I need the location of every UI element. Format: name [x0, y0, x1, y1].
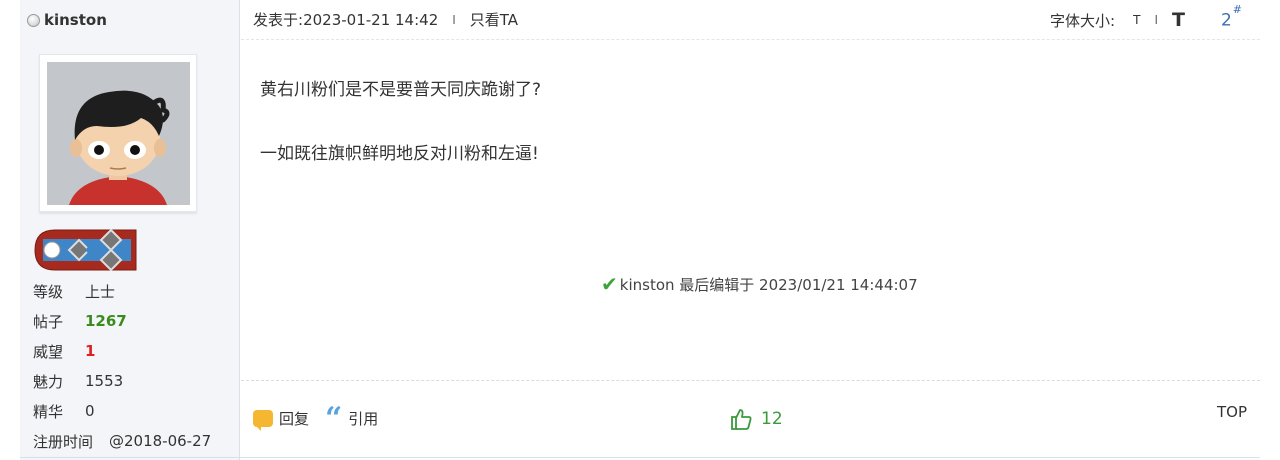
reply-icon [253, 410, 273, 431]
font-separator: I [1154, 13, 1158, 27]
post-footer: 回复 “ 引用 12 TOP [241, 380, 1260, 460]
reply-label: 回复 [279, 410, 310, 428]
font-size-controls: 字体大小: T I T 2# [1050, 0, 1242, 40]
stat-charm: 魅力 1553 [33, 366, 211, 396]
posted-time: 2023-01-21 14:42 [303, 10, 439, 29]
content-paragraph: 一如既往旗帜鲜明地反对川粉和左逼! [260, 144, 539, 164]
like-button[interactable]: 12 [729, 407, 783, 431]
stat-label: 魅力 [33, 372, 64, 391]
quote-icon: “ [325, 400, 343, 436]
post-bottom-divider [20, 457, 1260, 458]
like-count: 12 [761, 409, 783, 429]
stat-value: 1553 [85, 372, 124, 390]
reply-button[interactable]: 回复 [253, 408, 310, 431]
stat-value: 0 [85, 402, 95, 420]
edit-note: ✔ kinston 最后编辑于 2023/01/21 14:44:07 [601, 272, 918, 296]
stat-prestige: 威望 1 [33, 336, 211, 366]
stat-label: 精华 [33, 402, 64, 421]
avatar-cartoon-icon [47, 62, 190, 205]
status-dot-icon [27, 13, 40, 27]
thumbs-up-icon [731, 409, 752, 430]
quote-button[interactable]: “ 引用 [325, 400, 379, 436]
author-header: kinston [20, 0, 239, 40]
edit-note-text: kinston 最后编辑于 2023/01/21 14:44:07 [619, 275, 918, 294]
stat-value: @2018-06-27 [109, 432, 212, 450]
stat-label: 等级 [33, 282, 64, 301]
post-content: 黄右川粉们是不是要普天同庆跪谢了? 一如既往旗帜鲜明地反对川粉和左逼! [260, 78, 541, 206]
quote-label: 引用 [348, 410, 379, 428]
avatar-image [47, 62, 190, 205]
stat-value: 上士 [85, 282, 116, 301]
author-stats: 等级 上士 帖子 1267 威望 1 魅力 1553 精华 0 注册时间 @20… [33, 276, 211, 456]
floor-mark: # [1232, 3, 1242, 17]
stat-label: 威望 [33, 342, 64, 361]
stat-register-date: 注册时间 @2018-06-27 [33, 426, 211, 456]
post-header: 发表于: 2023-01-21 14:42 I 只看TA 字体大小: T I T… [241, 0, 1260, 40]
stat-level: 等级 上士 [33, 276, 211, 306]
floor-number-link[interactable]: 2# [1220, 3, 1242, 31]
avatar[interactable] [39, 54, 197, 212]
rank-badge-icon [33, 228, 139, 276]
back-to-top-link[interactable]: TOP [1217, 403, 1247, 421]
header-separator: I [452, 12, 456, 27]
stat-digest: 精华 0 [33, 396, 211, 426]
author-username[interactable]: kinston [44, 11, 107, 29]
stat-posts: 帖子 1267 [33, 306, 211, 336]
stat-value: 1 [85, 342, 96, 360]
post-main: 发表于: 2023-01-21 14:42 I 只看TA 字体大小: T I T… [241, 0, 1260, 460]
font-small-button[interactable]: T [1133, 13, 1140, 27]
posted-prefix: 发表于: [253, 11, 304, 29]
stat-label: 帖子 [33, 312, 64, 331]
stat-value[interactable]: 1267 [85, 312, 127, 330]
author-sidebar: kinston 等级 上士 帖子 1267 威望 1 魅力 1553 精华 0 … [20, 0, 240, 460]
font-large-button[interactable]: T [1172, 9, 1185, 31]
content-paragraph: 黄右川粉们是不是要普天同庆跪谢了? [260, 80, 542, 100]
check-icon: ✔ [601, 272, 618, 296]
font-size-label: 字体大小: [1050, 11, 1116, 30]
stat-label: 注册时间 [33, 432, 94, 451]
view-author-only-link[interactable]: 只看TA [470, 9, 518, 30]
forum-post: kinston 等级 上士 帖子 1267 威望 1 魅力 1553 精华 0 … [20, 0, 1260, 460]
floor-number: 2 [1220, 10, 1232, 31]
